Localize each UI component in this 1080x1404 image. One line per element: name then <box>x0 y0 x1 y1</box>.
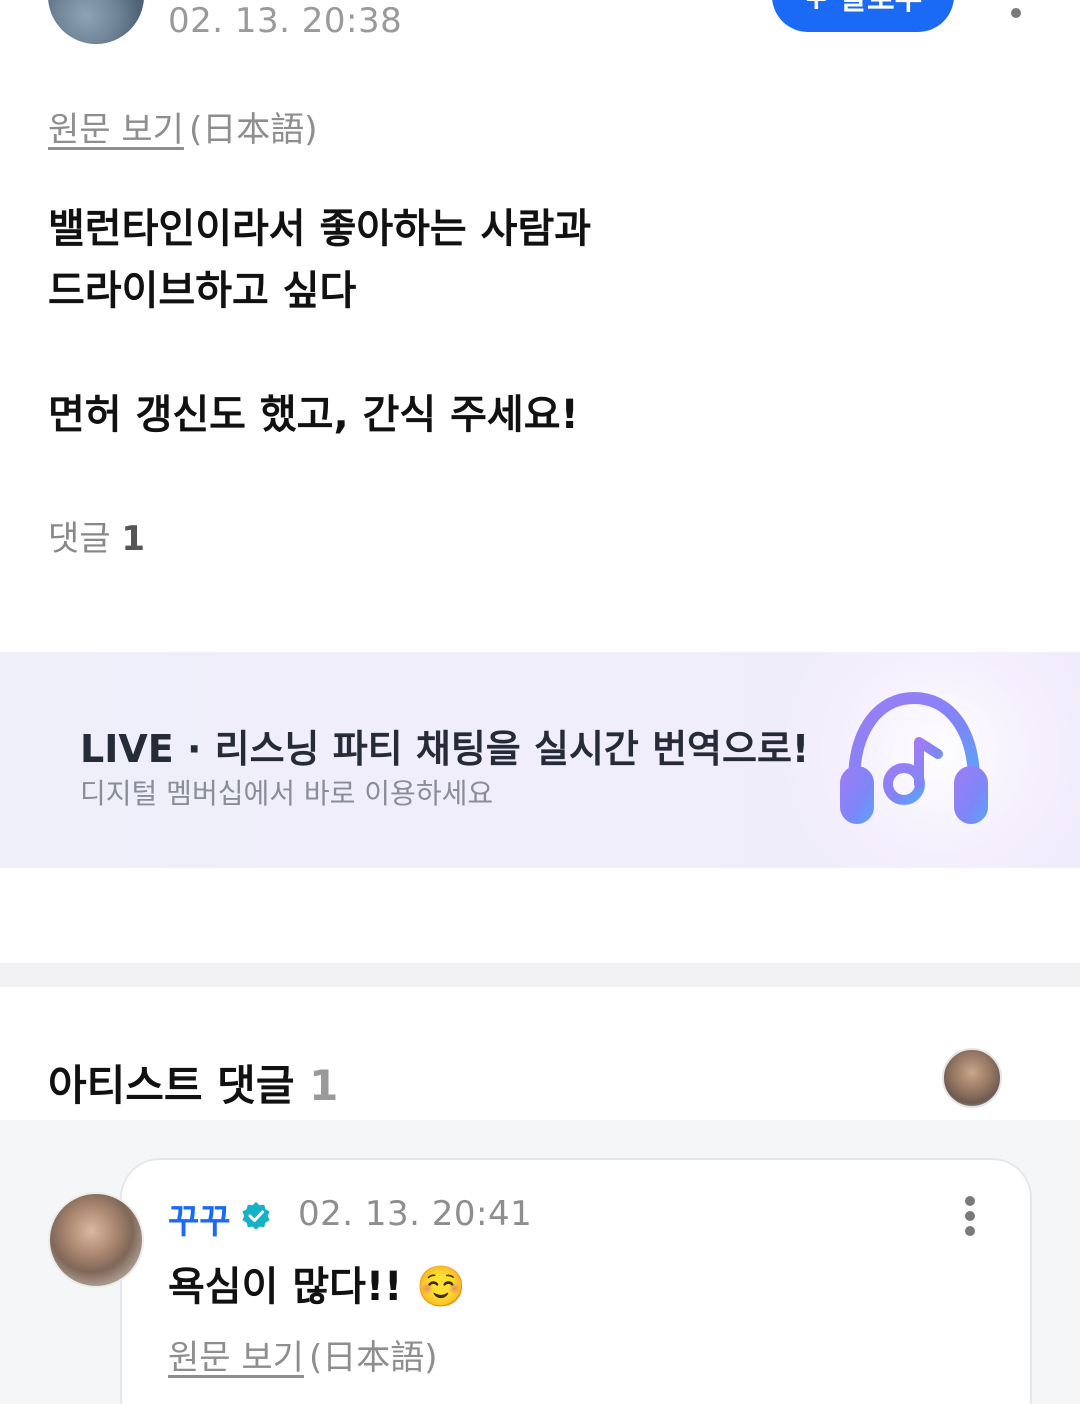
comment-view-original-row: 원문 보기 (日本語) <box>168 1330 438 1379</box>
post-body: 밸런타인이라서 좋아하는 사람과 드라이브하고 싶다 면허 갱신도 했고, 간식… <box>48 206 592 438</box>
artist-comments-count: 1 <box>309 1061 339 1110</box>
view-original-link[interactable]: 원문 보기 <box>48 110 184 150</box>
commenter-avatar[interactable] <box>48 1192 144 1288</box>
comment-timestamp: 02. 13. 20:41 <box>298 1194 533 1234</box>
comment-view-original-link[interactable]: 원문 보기 <box>168 1338 304 1378</box>
original-language: (日本語) <box>189 110 318 150</box>
commenter-name[interactable]: 꾸꾸 <box>168 1194 231 1243</box>
more-options-icon[interactable] <box>1004 2 1028 22</box>
comment-original-language: (日本語) <box>309 1338 438 1378</box>
comment-text: 욕심이 많다!! ☺️ <box>168 1264 467 1310</box>
section-divider <box>0 963 1080 987</box>
headphones-music-icon <box>840 691 988 824</box>
author-avatar[interactable] <box>48 0 144 44</box>
post-timestamp: 02. 13. 20:38 <box>168 1 403 41</box>
comment-count-label: 댓글 <box>48 519 111 559</box>
banner-subtitle: 디지털 멤버십에서 바로 이용하세요 <box>80 777 494 810</box>
comment-more-icon[interactable] <box>962 1196 978 1236</box>
comment-count[interactable]: 댓글 1 <box>48 511 145 560</box>
view-original-row: 원문 보기 (日本語) <box>48 102 318 151</box>
artist-comments-heading: 아티스트 댓글 1 <box>48 1052 338 1113</box>
comment-count-value: 1 <box>121 519 146 559</box>
artist-avatar[interactable] <box>942 1048 1002 1108</box>
artist-comments-title: 아티스트 댓글 <box>48 1061 295 1110</box>
follow-button[interactable]: + 팔로우 <box>772 0 954 32</box>
verified-badge-icon <box>242 1202 270 1230</box>
banner-title: LIVE · 리스닝 파티 채팅을 실시간 번역으로! <box>80 727 810 771</box>
